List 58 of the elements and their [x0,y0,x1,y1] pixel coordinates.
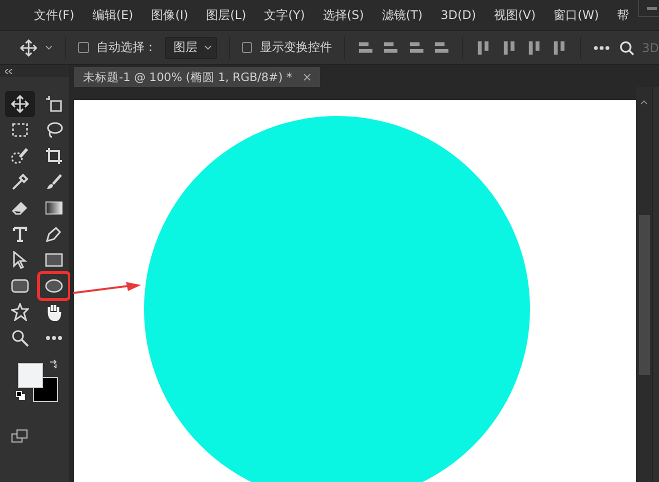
more-icon [45,335,63,341]
swap-colors-icon[interactable] [49,359,59,369]
arrow-annotation [72,281,142,295]
align-icon[interactable] [433,40,450,56]
rectangle-icon [45,252,63,268]
align-icon[interactable] [408,40,426,56]
tool-button[interactable] [5,91,35,117]
more-icon [593,44,611,50]
menu-item[interactable]: 选择(S) [314,6,373,24]
move-icon [20,38,38,56]
screen-mode-icon[interactable] [11,429,29,443]
crop-icon [45,147,63,165]
close-button[interactable]: × [302,70,312,84]
document-tab[interactable]: 未标题-1 @ 100% (椭圆 1, RGB/8#) * × [74,67,320,87]
caret-icon[interactable] [45,44,53,50]
brush-icon [45,173,63,191]
minimize-icon [647,6,658,10]
collapse-icon[interactable] [5,68,13,74]
align-icon[interactable] [357,40,374,56]
menu-item[interactable]: 图层(L) [197,6,256,24]
zoom-icon [11,329,29,347]
show-transform-label: 显示变换控件 [260,39,332,56]
scrollbar-thumb[interactable] [638,215,650,375]
lasso-icon [45,121,63,139]
search-icon[interactable] [618,40,634,56]
eraser-icon [11,199,29,217]
menu-item[interactable]: 视图(V) [485,6,545,24]
default-colors-icon[interactable] [16,391,26,401]
type-icon [12,226,28,242]
menu-item[interactable]: 图像(I) [142,6,198,24]
pointer-icon [12,251,28,269]
align-icon[interactable] [382,40,400,56]
rounded-rectangle-icon [11,278,29,294]
menu-item[interactable]: 3D(D) [432,6,486,24]
color-swatches-icon[interactable] [18,363,58,403]
marquee-icon [11,122,29,138]
auto-select-label: 自动选择： [96,39,157,56]
auto-select-checkbox[interactable] [78,42,89,53]
move-icon [11,95,29,113]
menu-item[interactable]: 滤镜(T) [372,6,432,24]
artboard-icon [45,95,63,113]
menu-item[interactable]: 窗口(W) [544,6,608,24]
target-dropdown[interactable]: 图层 [164,36,217,58]
show-transform-checkbox[interactable] [242,42,252,53]
scroll-up-icon[interactable] [640,100,648,105]
pen-icon [45,225,63,243]
ellipse-icon [45,279,63,293]
menu-item[interactable]: 帮 [608,6,638,24]
tool-button[interactable] [39,273,69,299]
menu-item[interactable]: 文字(Y) [255,6,314,24]
caret-icon [204,44,212,50]
quick-select-icon [11,147,29,165]
document-title: 未标题-1 @ 100% (椭圆 1, RGB/8#) * [83,70,292,84]
menu-item[interactable]: 编辑(E) [83,6,142,24]
menu-item[interactable]: 文件(F) [25,6,84,24]
hand-icon [45,303,63,321]
eyedropper-icon [11,173,29,191]
gradient-icon [45,200,63,216]
